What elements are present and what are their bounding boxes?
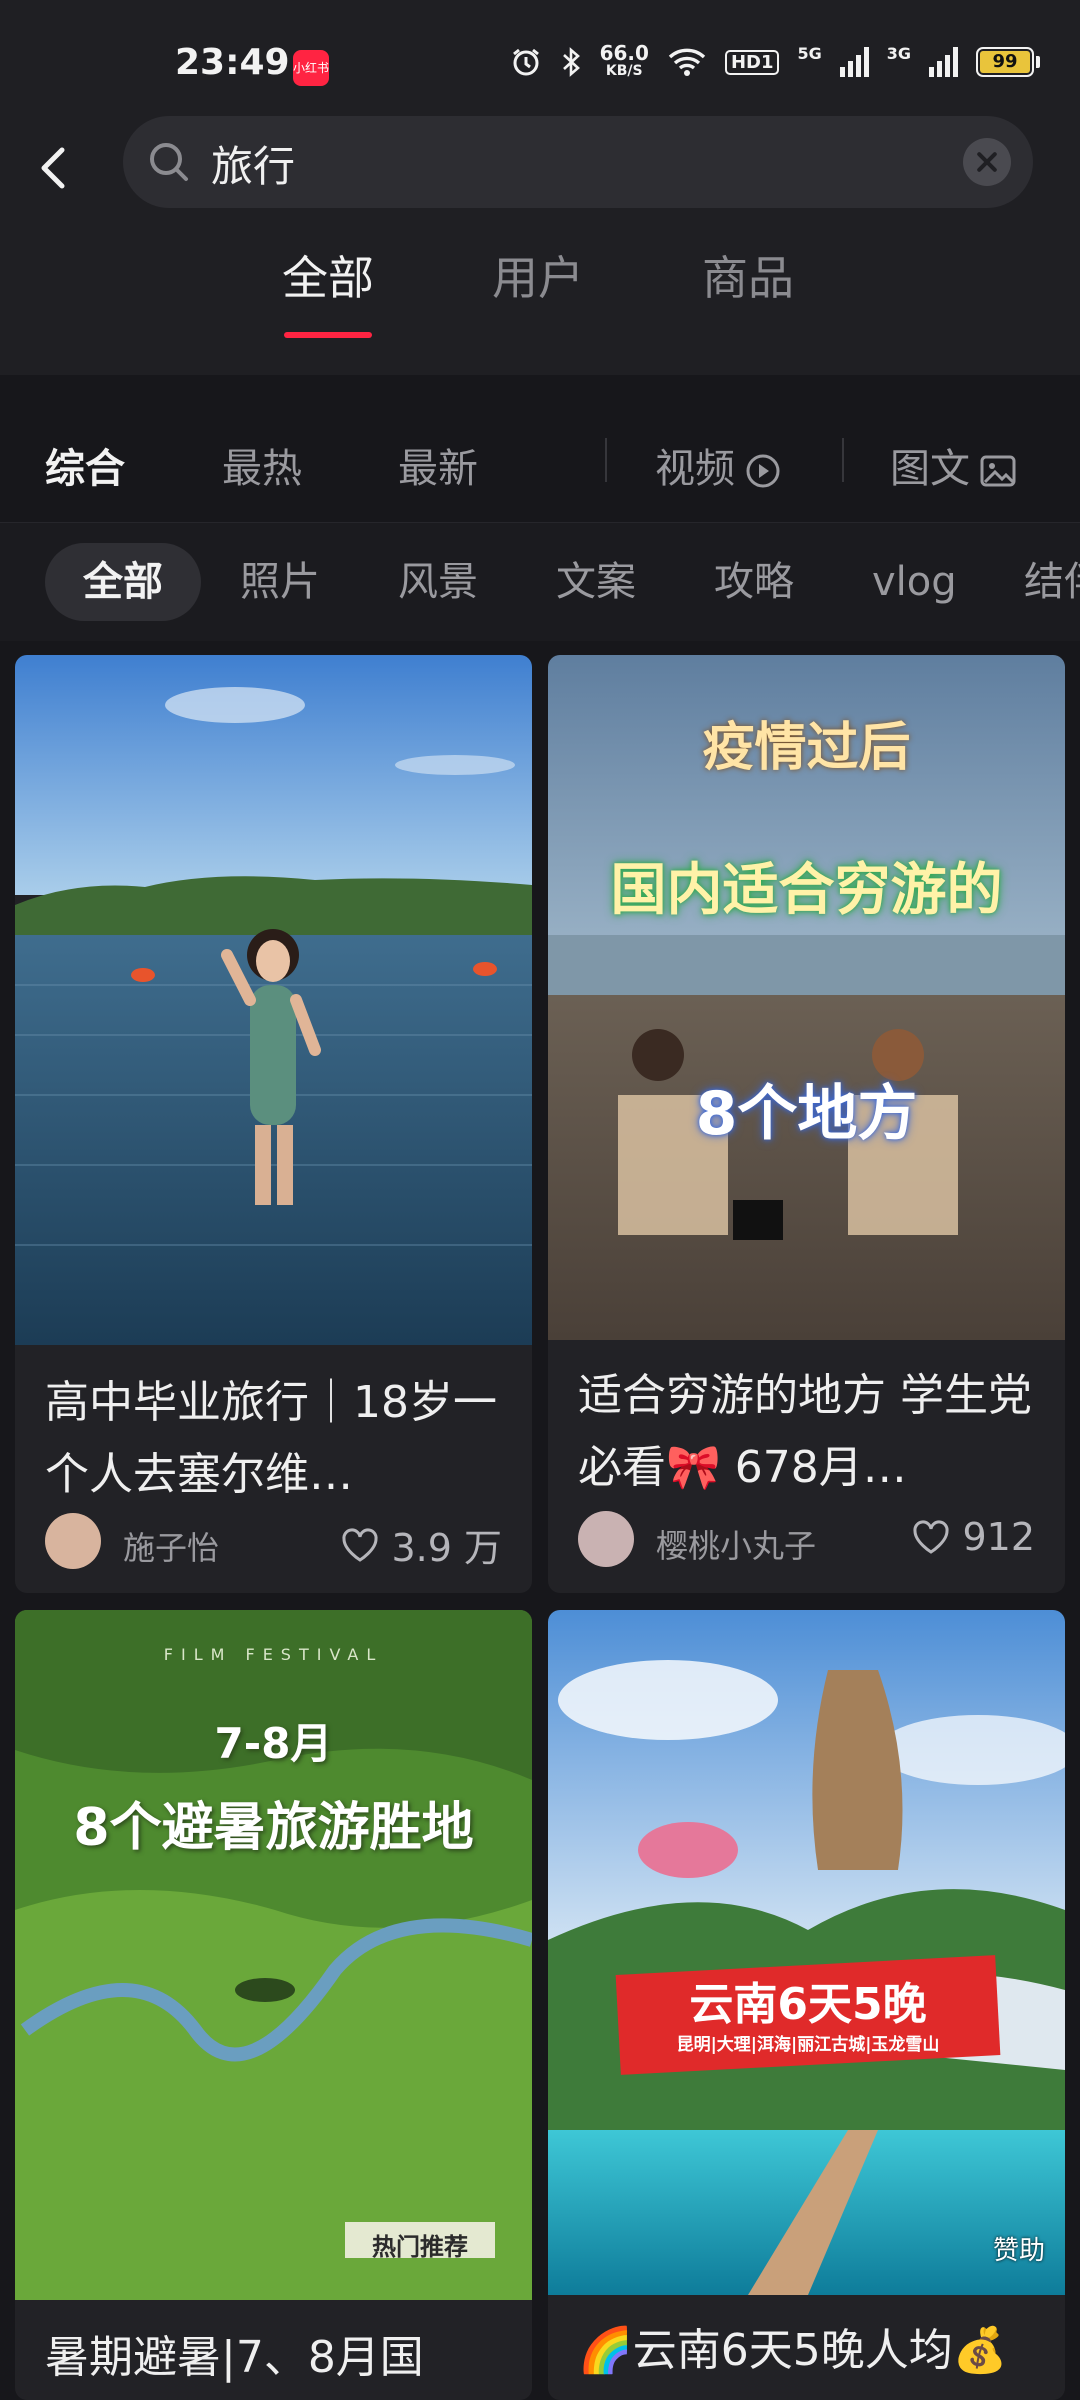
avatar[interactable] <box>45 1513 101 1569</box>
tab-all[interactable]: 全部 <box>282 242 374 338</box>
note-card[interactable]: 疫情过后 国内适合穷游的 8个地方 适合穷游的地方 学生党必看🎀 678月… 樱… <box>548 655 1065 1593</box>
card-title: 适合穷游的地方 学生党必看🎀 678月… <box>578 1370 1032 1493</box>
chip-scenery[interactable]: 风景 <box>398 543 478 621</box>
note-card[interactable]: 高中毕业旅行｜18岁一个人去塞尔维… 施子怡 3.9 万 <box>15 655 532 1593</box>
chip-photos[interactable]: 照片 <box>240 543 320 621</box>
tab-users[interactable]: 用户 <box>492 242 584 308</box>
battery-level: 99 <box>980 51 1030 73</box>
overlay-line2: 国内适合穷游的 <box>610 858 1003 923</box>
app-notification-icon: 小红书 <box>293 50 329 86</box>
sponsored-label: 赞助 <box>992 2236 1045 2266</box>
chip-vlog[interactable]: vlog <box>872 543 957 621</box>
lake-photo <box>15 655 532 1345</box>
search-icon <box>150 143 188 181</box>
search-header: 全部 用户 商品 <box>0 110 1080 375</box>
overlay-small: FILM FESTIVAL <box>163 1645 384 1664</box>
overlay-line3: 8个地方 <box>695 1079 918 1149</box>
card-title: 🌈云南6天5晚人均💰 <box>578 2325 1008 2376</box>
clear-icon[interactable] <box>963 138 1011 186</box>
heart-icon <box>342 1527 378 1562</box>
bluetooth-icon <box>562 47 580 77</box>
like-button[interactable]: 912 <box>912 1515 1035 1559</box>
card-image: 疫情过后 国内适合穷游的 8个地方 <box>548 655 1065 1340</box>
overlay-line2: 8个避暑旅游胜地 <box>73 1798 474 1858</box>
signal-icon-2 <box>929 47 958 77</box>
network-type-2: 3G <box>886 44 911 63</box>
filter-image-label: 图文 <box>890 446 970 492</box>
network-type-1: 5G <box>797 44 822 63</box>
tab-goods[interactable]: 商品 <box>702 242 794 308</box>
note-card[interactable]: FILM FESTIVAL 7-8月 8个避暑旅游胜地 热门推荐 暑期避暑|7、… <box>15 1610 532 2400</box>
filter-video-label: 视频 <box>655 446 735 492</box>
card-title: 高中毕业旅行｜18岁一个人去塞尔维… <box>45 1377 497 1500</box>
card-meta: 樱桃小丸子 912 <box>578 1511 1035 1571</box>
back-icon[interactable] <box>30 138 80 198</box>
network-speed: 66.0 KB/S <box>599 41 649 79</box>
tab-all-label: 全部 <box>282 251 374 305</box>
search-input[interactable] <box>209 130 933 196</box>
card-image <box>15 655 532 1345</box>
sort-comprehensive[interactable]: 综合 <box>45 436 125 494</box>
filter-image-text[interactable]: 图文 <box>890 436 1016 494</box>
overlay-tag: 热门推荐 <box>372 2233 468 2261</box>
image-icon <box>980 455 1016 487</box>
divider <box>842 438 844 482</box>
like-count: 3.9 万 <box>391 1526 502 1570</box>
chip-guides[interactable]: 攻略 <box>714 543 794 621</box>
like-count: 912 <box>962 1515 1035 1559</box>
wifi-icon <box>668 48 706 76</box>
author-name[interactable]: 樱桃小丸子 <box>656 1521 816 1567</box>
avatar[interactable] <box>578 1511 634 1567</box>
signal-icon <box>839 47 869 77</box>
author-name[interactable]: 施子怡 <box>123 1523 219 1569</box>
result-tabs: 全部 用户 商品 <box>0 242 1080 338</box>
tab-underline <box>284 332 372 338</box>
tab-users-label: 用户 <box>492 251 584 305</box>
heart-icon <box>913 1520 949 1554</box>
chip-all[interactable]: 全部 <box>45 543 201 621</box>
system-icons: 66.0 KB/S HD1 5G 3G 99 <box>510 41 1040 80</box>
tab-goods-label: 商品 <box>702 251 794 305</box>
sort-row: 综合 最热 最新 视频 图文 <box>0 400 1080 520</box>
card-meta: 施子怡 3.9 万 <box>45 1513 502 1573</box>
alarm-icon <box>512 48 539 76</box>
card-image: FILM FESTIVAL 7-8月 8个避暑旅游胜地 热门推荐 <box>15 1610 532 2300</box>
status-bar: 23:49 小红书 66.0 KB/S HD1 5G 3G 99 <box>0 0 1080 110</box>
overlay-line2: 昆明|大理|洱海|丽江古城|玉龙雪山 <box>676 2035 940 2055</box>
chip-companion[interactable]: 结伴 <box>1024 543 1080 621</box>
note-card[interactable]: 云南6天5晚 昆明|大理|洱海|丽江古城|玉龙雪山 赞助 🌈云南6天5晚人均💰 <box>548 1610 1065 2400</box>
battery-icon: 99 <box>976 47 1040 77</box>
yunnan-photo <box>548 1610 1065 2295</box>
hd-badge: HD1 <box>724 49 780 75</box>
overlay-line1: 云南6天5晚 <box>689 1979 927 2030</box>
status-time: 23:49 <box>175 42 290 83</box>
sort-newest[interactable]: 最新 <box>398 436 478 494</box>
card-title: 暑期避暑|7、8月国 <box>45 2332 424 2383</box>
like-button[interactable]: 3.9 万 <box>341 1517 502 1572</box>
sort-hottest[interactable]: 最热 <box>222 436 302 494</box>
category-chips: 全部 照片 风景 文案 攻略 vlog 结伴 <box>0 522 1080 641</box>
search-bar[interactable] <box>123 116 1033 208</box>
divider <box>605 438 607 482</box>
filter-video[interactable]: 视频 <box>655 436 781 494</box>
play-icon <box>746 454 780 488</box>
chip-copywriting[interactable]: 文案 <box>556 543 636 621</box>
overlay-line1: 疫情过后 <box>702 718 911 778</box>
overlay-line1: 7-8月 <box>214 1719 333 1768</box>
card-image: 云南6天5晚 昆明|大理|洱海|丽江古城|玉龙雪山 赞助 <box>548 1610 1065 2295</box>
